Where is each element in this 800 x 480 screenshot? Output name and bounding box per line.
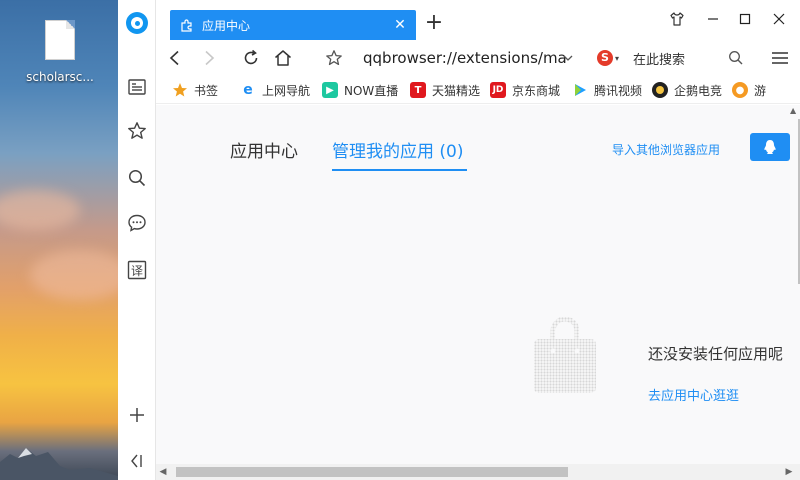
browser-sidebar: 译 [118, 0, 156, 480]
close-window-icon[interactable] [762, 8, 796, 30]
goto-app-center-link[interactable]: 去应用中心逛逛 [648, 385, 739, 404]
home-icon[interactable] [270, 46, 296, 70]
skin-shirt-icon[interactable] [660, 8, 694, 30]
add-sidebar-item-icon[interactable] [118, 400, 156, 430]
minimize-icon[interactable] [696, 8, 730, 30]
bookmark-label: 书签 [194, 83, 219, 98]
scroll-right-arrow-icon[interactable]: ▶ [784, 466, 794, 478]
bookmark-item-nav[interactable]: e 上网导航 [240, 81, 310, 99]
chat-bubble-icon[interactable] [118, 208, 156, 238]
e-icon: e [243, 82, 253, 98]
bookmarks-bar: 书签 e 上网导航 ▶ NOW直播 T 天猫精选 JD 京东商城 腾讯视频 企鹅… [156, 76, 800, 104]
browser-window: 译 应用中心 ✕ + qqbrowser://extensions/ma S ▾… [118, 0, 800, 480]
main-menu-icon[interactable] [766, 46, 794, 70]
bookmark-star-icon[interactable] [321, 46, 347, 70]
maximize-icon[interactable] [728, 8, 762, 30]
tab-title: 应用中心 [202, 18, 251, 33]
new-tab-button[interactable]: + [422, 12, 446, 36]
star-icon [172, 82, 188, 98]
bookmark-label: 腾讯视频 [594, 83, 643, 98]
desktop-background: scholarsc... [0, 0, 118, 480]
bookmark-item-tmall[interactable]: T 天猫精选 [410, 81, 480, 99]
game-icon: ● [732, 82, 748, 98]
reload-icon[interactable] [238, 46, 264, 70]
bookmark-item-jd[interactable]: JD 京东商城 [490, 81, 560, 99]
bookmark-item-tencent-video[interactable]: 腾讯视频 [572, 81, 642, 99]
page-content: 应用中心 管理我的应用 (0) 导入其他浏览器应用 还没安装任何应用呢 去应用中… [156, 105, 800, 480]
search-icon[interactable] [728, 50, 744, 66]
empty-bag-icon [534, 317, 596, 393]
import-other-browser-apps-link[interactable]: 导入其他浏览器应用 [612, 141, 720, 158]
penguin-icon [652, 82, 668, 98]
favorites-star-icon[interactable] [118, 116, 156, 146]
active-tab-underline [332, 169, 467, 171]
url-input[interactable]: qqbrowser://extensions/ma [363, 48, 568, 68]
url-dropdown-chevron-icon[interactable] [562, 52, 576, 66]
jd-icon: JD [490, 82, 506, 98]
forward-arrow-icon[interactable] [196, 46, 222, 70]
search-engine-sogou-icon[interactable]: S [597, 50, 613, 66]
tab-manage-my-apps[interactable]: 管理我的应用 (0) [332, 137, 463, 162]
bookmark-item-game[interactable]: ● 游 [732, 81, 766, 99]
tab-app-center[interactable]: 应用中心 ✕ [170, 10, 416, 40]
desktop-file-icon[interactable]: scholarsc... [22, 20, 98, 84]
bookmark-label: 企鹅电竞 [674, 83, 723, 98]
now-icon: ▶ [322, 82, 338, 98]
tab-app-center-link[interactable]: 应用中心 [230, 137, 298, 162]
bookmark-label: NOW直播 [344, 83, 399, 98]
back-arrow-icon[interactable] [162, 46, 188, 70]
svg-text:译: 译 [131, 264, 143, 278]
horizontal-scrollbar[interactable]: ◀ ▶ [156, 464, 800, 480]
bookmark-label: 京东商城 [512, 83, 561, 98]
search-engine-dropdown-icon[interactable]: ▾ [615, 54, 623, 63]
bookmark-label: 游 [754, 83, 767, 98]
scroll-up-arrow-icon[interactable]: ▲ [790, 106, 800, 116]
qq-browser-logo-icon[interactable] [118, 8, 156, 38]
tab-close-icon[interactable]: ✕ [390, 15, 410, 35]
collapse-sidebar-icon[interactable] [118, 446, 156, 476]
horizontal-scrollbar-thumb[interactable] [176, 467, 568, 477]
translate-icon[interactable]: 译 [118, 255, 156, 285]
video-icon [572, 82, 588, 98]
scroll-left-arrow-icon[interactable]: ◀ [158, 466, 168, 478]
bookmark-item-penguin[interactable]: 企鹅电竞 [652, 81, 722, 99]
tab-strip: 应用中心 ✕ + [156, 0, 800, 40]
tmall-icon: T [410, 82, 426, 98]
mountain-silhouette [0, 448, 118, 480]
login-button[interactable] [750, 133, 790, 161]
search-input[interactable]: 在此搜索 [633, 49, 685, 68]
bookmark-label: 天猫精选 [432, 83, 481, 98]
qq-penguin-icon [764, 140, 776, 154]
file-icon [45, 20, 75, 60]
reader-icon[interactable] [118, 72, 156, 102]
bookmark-item-bookmarks[interactable]: 书签 [172, 81, 218, 99]
address-toolbar: qqbrowser://extensions/ma S ▾ 在此搜索 [156, 40, 800, 76]
puzzle-icon [181, 19, 192, 32]
empty-state-message: 还没安装任何应用呢 [648, 345, 784, 363]
bookmark-label: 上网导航 [262, 83, 311, 98]
sidebar-search-icon[interactable] [118, 163, 156, 193]
search-box[interactable]: S ▾ 在此搜索 [597, 46, 757, 70]
desktop-file-label: scholarsc... [26, 70, 94, 84]
bookmark-item-now[interactable]: ▶ NOW直播 [322, 81, 398, 99]
